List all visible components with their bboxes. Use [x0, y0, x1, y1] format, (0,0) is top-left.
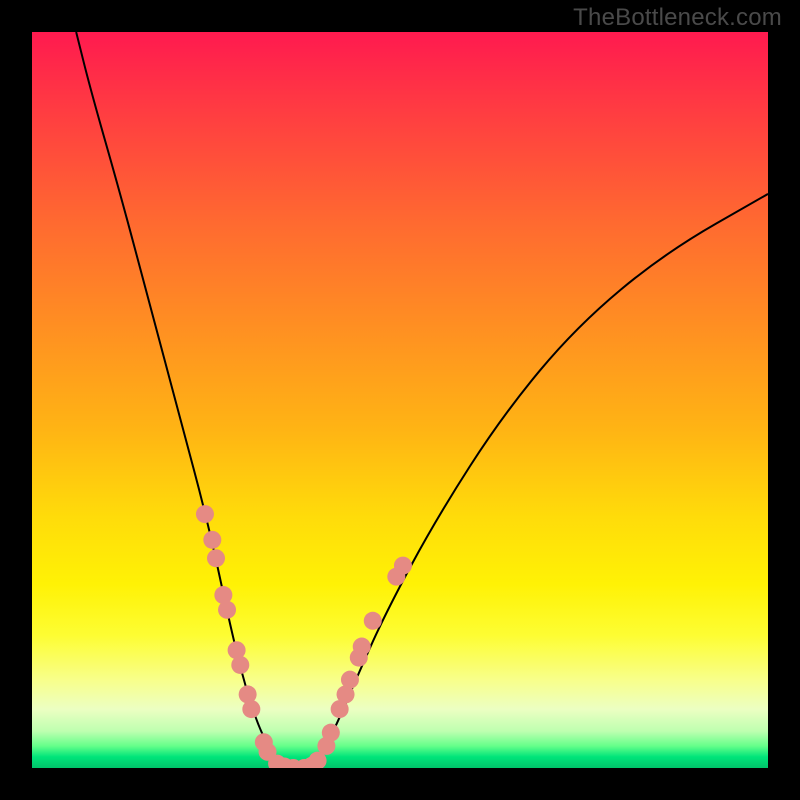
curve-group	[76, 32, 768, 768]
data-marker	[353, 638, 371, 656]
data-marker	[322, 724, 340, 742]
data-marker	[218, 601, 236, 619]
data-marker	[394, 557, 412, 575]
curve-right-curve	[304, 194, 768, 768]
data-marker	[196, 505, 214, 523]
data-marker	[364, 612, 382, 630]
marker-group	[196, 505, 412, 768]
data-marker	[242, 700, 260, 718]
data-marker	[207, 549, 225, 567]
plot-area	[32, 32, 768, 768]
data-marker	[341, 671, 359, 689]
curve-left-curve	[76, 32, 289, 768]
data-marker	[203, 531, 221, 549]
chart-svg	[32, 32, 768, 768]
data-marker	[231, 656, 249, 674]
watermark-text: TheBottleneck.com	[573, 4, 782, 32]
outer-frame: TheBottleneck.com	[0, 0, 800, 800]
